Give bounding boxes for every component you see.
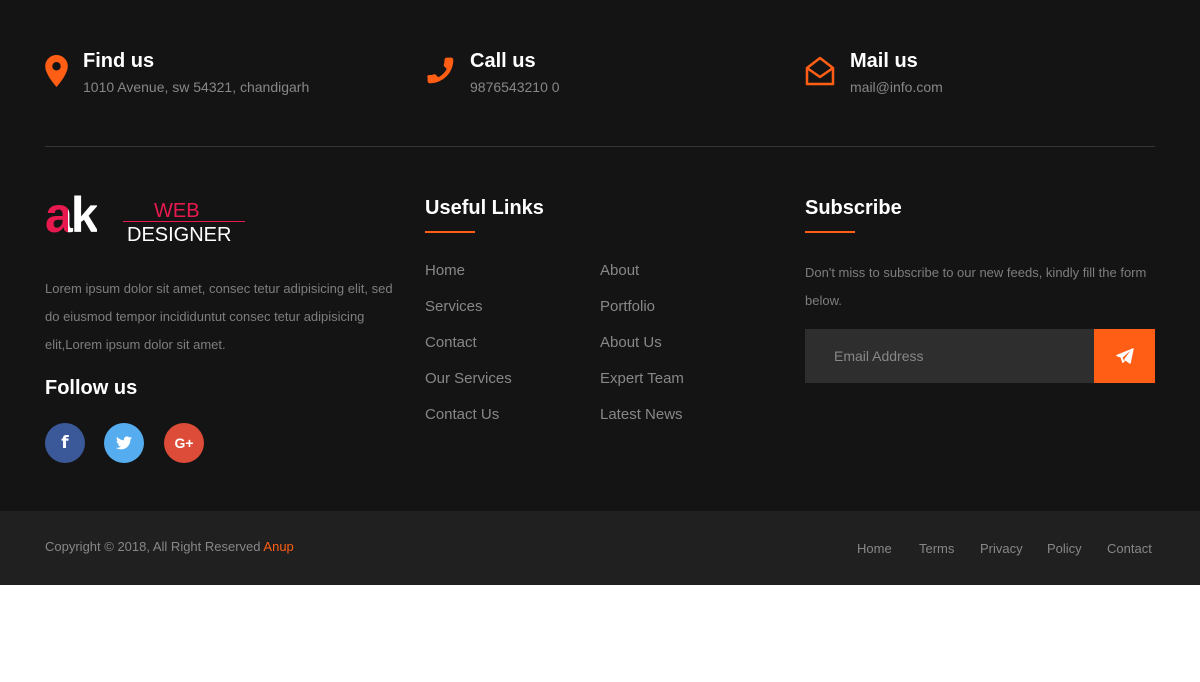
email-field-container xyxy=(805,329,1094,383)
call-us-phone[interactable]: 9876543210 0 xyxy=(470,79,560,95)
footer-menu-contact[interactable]: Contact xyxy=(1107,541,1152,557)
logo-rule xyxy=(123,221,245,222)
copyright-author-link[interactable]: Anup xyxy=(263,539,293,554)
footer-menu-terms[interactable]: Terms xyxy=(919,541,954,557)
find-us-address: 1010 Avenue, sw 54321, chandigarh xyxy=(83,79,310,95)
logo-mark: ak xyxy=(45,187,99,243)
link-expert-team[interactable]: Expert Team xyxy=(600,370,684,388)
map-marker-icon xyxy=(45,55,68,87)
copyright-bar: Copyright © 2018, All Right Reserved Anu… xyxy=(0,511,1200,585)
link-contact-us[interactable]: Contact Us xyxy=(425,406,499,424)
link-latest-news[interactable]: Latest News xyxy=(600,406,683,424)
google-plus-icon: G+ xyxy=(174,435,194,451)
mail-us-email[interactable]: mail@info.com xyxy=(850,79,943,95)
link-our-services[interactable]: Our Services xyxy=(425,370,512,388)
subscribe-title: Subscribe xyxy=(805,197,902,219)
envelope-open-icon xyxy=(805,56,835,86)
twitter-button[interactable] xyxy=(104,423,144,463)
about-text: Lorem ipsum dolor sit amet, consec tetur… xyxy=(45,281,393,352)
footer-menu-privacy[interactable]: Privacy xyxy=(980,541,1023,557)
twitter-icon xyxy=(116,436,132,450)
facebook-icon: f xyxy=(61,433,69,453)
follow-us-title: Follow us xyxy=(45,377,138,399)
useful-links-title: Useful Links xyxy=(425,197,544,219)
call-us-title: Call us xyxy=(470,50,536,72)
subscribe-underline xyxy=(805,231,855,233)
link-contact[interactable]: Contact xyxy=(425,334,477,352)
copyright-text: Copyright © 2018, All Right Reserved Anu… xyxy=(45,539,294,555)
footer-section: Find us 1010 Avenue, sw 54321, chandigar… xyxy=(0,0,1200,511)
subscribe-text: Don't miss to subscribe to our new feeds… xyxy=(805,265,1147,308)
link-about[interactable]: About xyxy=(600,262,639,280)
copyright-label: Copyright © 2018, All Right Reserved xyxy=(45,539,264,554)
link-services[interactable]: Services xyxy=(425,298,483,316)
paper-plane-icon xyxy=(1115,348,1134,364)
link-about-us[interactable]: About Us xyxy=(600,334,662,352)
footer-menu-home[interactable]: Home xyxy=(857,541,892,557)
link-home[interactable]: Home xyxy=(425,262,465,280)
facebook-button[interactable]: f xyxy=(45,423,85,463)
google-plus-button[interactable]: G+ xyxy=(164,423,204,463)
footer-divider xyxy=(45,146,1155,147)
subscribe-button[interactable] xyxy=(1094,329,1155,383)
phone-icon xyxy=(427,57,454,84)
logo-line1: WEB xyxy=(154,200,200,222)
footer-menu-policy[interactable]: Policy xyxy=(1047,541,1082,557)
mail-us-title: Mail us xyxy=(850,50,918,72)
email-input[interactable] xyxy=(805,329,1094,383)
useful-links-underline xyxy=(425,231,475,233)
find-us-title: Find us xyxy=(83,50,155,72)
logo-line2: DESIGNER xyxy=(127,224,232,246)
link-portfolio[interactable]: Portfolio xyxy=(600,298,655,316)
site-logo[interactable]: ak WEB DESIGNER xyxy=(45,187,245,246)
